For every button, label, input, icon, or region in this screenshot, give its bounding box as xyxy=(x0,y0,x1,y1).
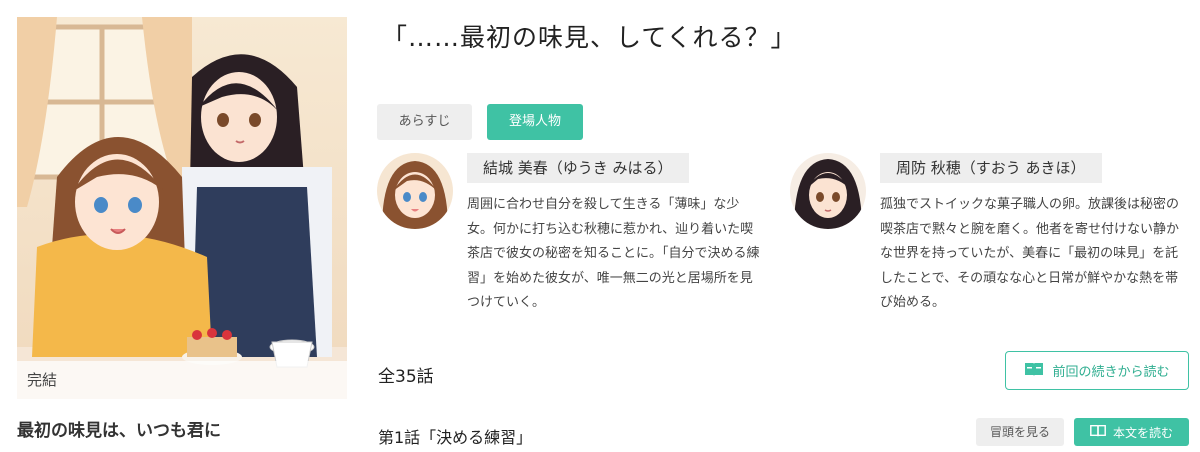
page-title: 「……最初の味見、してくれる？」 xyxy=(382,23,797,52)
character-description: 孤独でストイックな菓子職人の卵。放課後は秘密の喫茶店で黙々と腕を磨く。他者を寄せ… xyxy=(880,197,1180,310)
episode-title[interactable]: 第1話「決める練習」 xyxy=(378,424,532,448)
read-label: 本文を読む xyxy=(1112,425,1173,440)
book-open-icon xyxy=(1090,424,1106,440)
continue-reading-button[interactable]: 前回の続きから読む xyxy=(1005,351,1189,390)
book-open-icon xyxy=(1024,361,1044,381)
tab-characters[interactable]: 登場人物 xyxy=(487,104,583,140)
character-name: 結城 美春（ゆうき みはる） xyxy=(467,153,689,183)
avatar xyxy=(790,153,866,229)
preview-button[interactable]: 冒頭を見る xyxy=(976,418,1064,446)
character-name: 周防 秋穂（すおう あきほ） xyxy=(880,153,1102,183)
book-cover[interactable]: 完結 xyxy=(17,17,347,399)
continue-reading-label: 前回の続きから読む xyxy=(1052,365,1170,380)
character-description: 周囲に合わせ自分を殺して生きる「薄味」な少女。何かに打ち込む秋穂に惹かれ、辿り着… xyxy=(467,197,760,310)
avatar xyxy=(377,153,453,229)
completion-status: 完結 xyxy=(17,361,347,399)
episode-count: 全35話 xyxy=(378,367,434,387)
tab-synopsis[interactable]: あらすじ xyxy=(377,104,472,140)
read-button[interactable]: 本文を読む xyxy=(1074,418,1189,446)
cover-illustration xyxy=(17,17,347,399)
book-title[interactable]: 最初の味見は、いつも君に xyxy=(17,416,221,441)
